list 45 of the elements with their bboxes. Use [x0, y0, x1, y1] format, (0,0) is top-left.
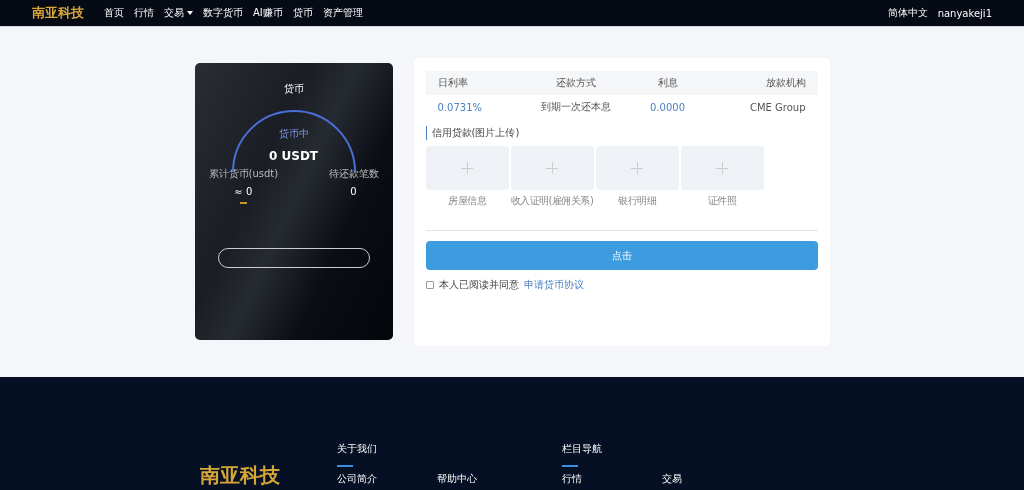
nav-link[interactable]: 行情 — [134, 6, 154, 20]
column-header: 利息 — [656, 76, 679, 90]
stat-label: 累计货币(usdt) — [208, 167, 279, 181]
table-cell-text: 0.0000 — [649, 101, 686, 113]
footer-link[interactable]: 行情 — [562, 472, 662, 486]
column-header: 还款方式 — [554, 76, 597, 90]
table-cell-text: 到期一次还本息 — [539, 100, 612, 114]
footer-heading: 关于我们 — [337, 442, 378, 456]
footer-link[interactable]: 交易 — [662, 472, 762, 486]
site-logo[interactable]: 南亚科技 — [32, 4, 84, 22]
footer-heading: 栏目导航 — [562, 442, 603, 456]
upload-label: 收入证明(雇佣关系) — [510, 194, 594, 208]
upload-box[interactable] — [510, 146, 594, 190]
agreement-link[interactable]: 申请贷币协议 — [523, 278, 584, 292]
section-title: 信用贷款(图片上传) — [425, 126, 818, 140]
upload-label: 证件照 — [707, 194, 737, 208]
card-title: 贷币 — [283, 82, 304, 96]
footer-logo: 南亚科技 — [200, 463, 280, 487]
column-header: 日利率 — [436, 76, 469, 90]
upload-box[interactable] — [425, 146, 509, 190]
agreement-checkbox[interactable] — [425, 281, 434, 289]
column-header: 放款机构 — [764, 76, 807, 90]
nav-link[interactable]: 首页 — [104, 6, 124, 20]
stat-value: ≈ 0 — [234, 186, 253, 197]
amount-text: 0 USDT — [268, 149, 319, 163]
stat-label: 待还款笔数 — [328, 167, 379, 181]
upload-box[interactable] — [680, 146, 764, 190]
stat-value: 0 — [350, 186, 357, 197]
upload-label: 银行明细 — [618, 194, 656, 208]
nav-link[interactable]: 资产管理 — [322, 6, 363, 20]
upload-label: 房屋信息 — [448, 194, 486, 208]
user-link[interactable]: nanyakeji1 — [937, 7, 992, 19]
nav-link[interactable]: 贷币 — [292, 6, 313, 20]
footer-link[interactable]: 公司简介 — [337, 472, 437, 486]
accent-mark — [239, 202, 247, 204]
nav-link[interactable]: 数字货币 — [203, 6, 243, 20]
table-cell-text: 0.0731% — [436, 101, 483, 113]
gauge-label: 贷币中 — [278, 127, 309, 141]
nav-link[interactable]: AI赚币 — [253, 6, 283, 20]
upload-box[interactable] — [595, 146, 679, 190]
agreement-text: 本人已阅读并同意 — [438, 278, 519, 292]
table-cell-text: CME Group — [748, 101, 807, 113]
footer-link[interactable]: 帮助中心 — [437, 472, 537, 486]
nav-link[interactable]: 交易 — [164, 6, 184, 20]
language-link[interactable]: 简体中文 — [887, 6, 928, 20]
